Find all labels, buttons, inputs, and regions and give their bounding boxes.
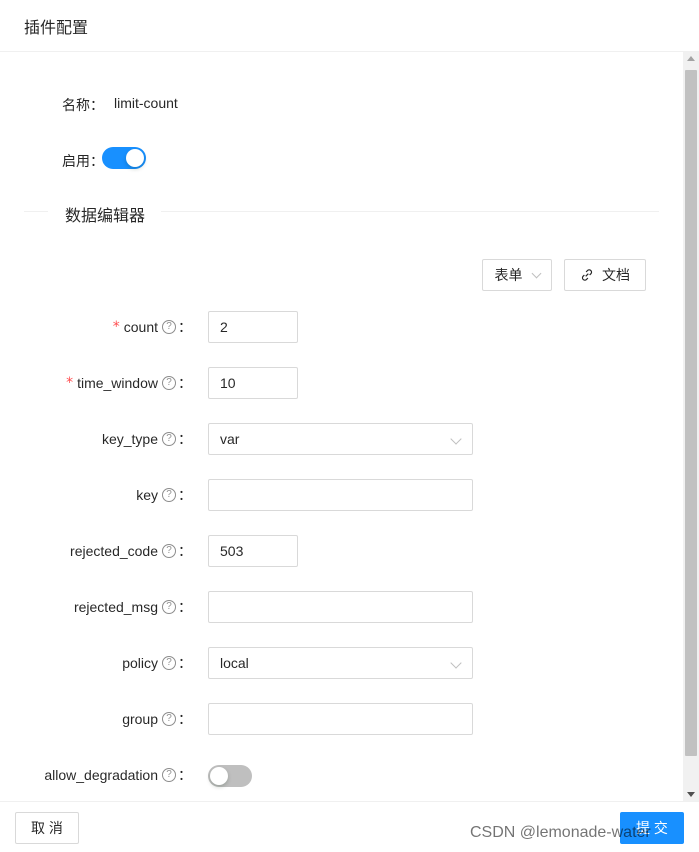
field-colon: ： — [178, 711, 192, 727]
chevron-down-icon — [450, 433, 462, 445]
group-input[interactable] — [208, 703, 473, 735]
field-colon: ： — [178, 543, 192, 559]
field-label-text: allow_degradation — [44, 767, 158, 783]
form-label-rejected-msg: rejected_msg ? ： — [74, 591, 200, 623]
policy-value: local — [220, 655, 249, 671]
scroll-down-arrow-icon[interactable] — [687, 792, 695, 797]
plugin-name-label: 名称： — [62, 97, 104, 113]
docs-button[interactable]: 文档 — [564, 259, 646, 291]
form-label-key-type: key_type ? ： — [102, 423, 200, 455]
form-label-allow-degradation: allow_degradation ? ： — [44, 759, 200, 791]
field-colon: ： — [178, 767, 192, 783]
key-type-value: var — [220, 431, 240, 447]
form-label-rejected-code: rejected_code ? ： — [70, 535, 200, 567]
question-circle-icon[interactable]: ? — [162, 432, 176, 446]
editor-mode-select[interactable]: 表单 — [482, 259, 552, 291]
plugin-name-value: limit-count — [114, 95, 178, 111]
question-circle-icon[interactable]: ? — [162, 768, 176, 782]
scroll-thumb[interactable] — [685, 70, 697, 756]
field-label-text: count — [123, 319, 158, 335]
divider-line — [24, 211, 48, 212]
chevron-down-icon — [531, 268, 541, 278]
question-circle-icon[interactable]: ? — [162, 544, 176, 558]
form-label-policy: policy ? ： — [122, 647, 200, 679]
required-mark: * — [66, 375, 74, 391]
allow-degradation-switch[interactable] — [208, 765, 252, 787]
data-editor-divider-title: 数据编辑器 — [65, 208, 146, 225]
policy-select[interactable]: local — [208, 647, 473, 679]
vertical-scrollbar[interactable] — [683, 52, 699, 801]
watermark: CSDN @lemonade-water — [470, 824, 651, 841]
question-circle-icon[interactable]: ? — [162, 600, 176, 614]
question-circle-icon[interactable]: ? — [162, 320, 176, 334]
field-colon: ： — [178, 599, 192, 615]
field-label-text: time_window — [77, 375, 158, 391]
enable-label: 启用： — [62, 153, 104, 169]
form-label-key: key ? ： — [136, 479, 200, 511]
question-circle-icon[interactable]: ? — [162, 656, 176, 670]
question-circle-icon[interactable]: ? — [162, 488, 176, 502]
docs-label: 文档 — [602, 267, 630, 283]
key-type-select[interactable]: var — [208, 423, 473, 455]
question-circle-icon[interactable]: ? — [162, 376, 176, 390]
modal-header: 插件配置 — [0, 0, 699, 52]
enable-switch[interactable] — [102, 147, 146, 169]
key-input[interactable] — [208, 479, 473, 511]
field-label-text: key_type — [101, 431, 158, 447]
scroll-up-arrow-icon[interactable] — [687, 56, 695, 61]
form-label-group: group ? ： — [122, 703, 200, 735]
field-colon: ： — [178, 319, 192, 335]
link-icon — [581, 269, 593, 281]
field-label-text: key — [136, 487, 158, 503]
field-colon: ： — [178, 375, 192, 391]
rejected-msg-input[interactable] — [208, 591, 473, 623]
divider-line — [161, 211, 659, 212]
time-window-input[interactable]: 10 — [208, 367, 298, 399]
form-label-count: * count ? ： — [113, 311, 200, 343]
chevron-down-icon — [450, 657, 462, 669]
form-label-time-window: * time_window ? ： — [66, 367, 200, 399]
count-input[interactable]: 2 — [208, 311, 298, 343]
question-circle-icon[interactable]: ? — [162, 712, 176, 726]
field-label-text: rejected_msg — [73, 599, 158, 615]
field-label-text: policy — [122, 655, 158, 671]
field-colon: ： — [178, 487, 192, 503]
editor-mode-value: 表单 — [494, 267, 523, 283]
modal-title: 插件配置 — [24, 20, 89, 37]
switch-knob — [126, 149, 144, 167]
field-label-text: group — [122, 711, 158, 727]
required-mark: * — [112, 319, 120, 335]
switch-knob — [210, 767, 228, 785]
field-colon: ： — [178, 655, 192, 671]
cancel-button[interactable]: 取 消 — [15, 812, 79, 844]
rejected-code-input[interactable]: 503 — [208, 535, 298, 567]
field-label-text: rejected_code — [70, 543, 158, 559]
field-colon: ： — [178, 431, 192, 447]
